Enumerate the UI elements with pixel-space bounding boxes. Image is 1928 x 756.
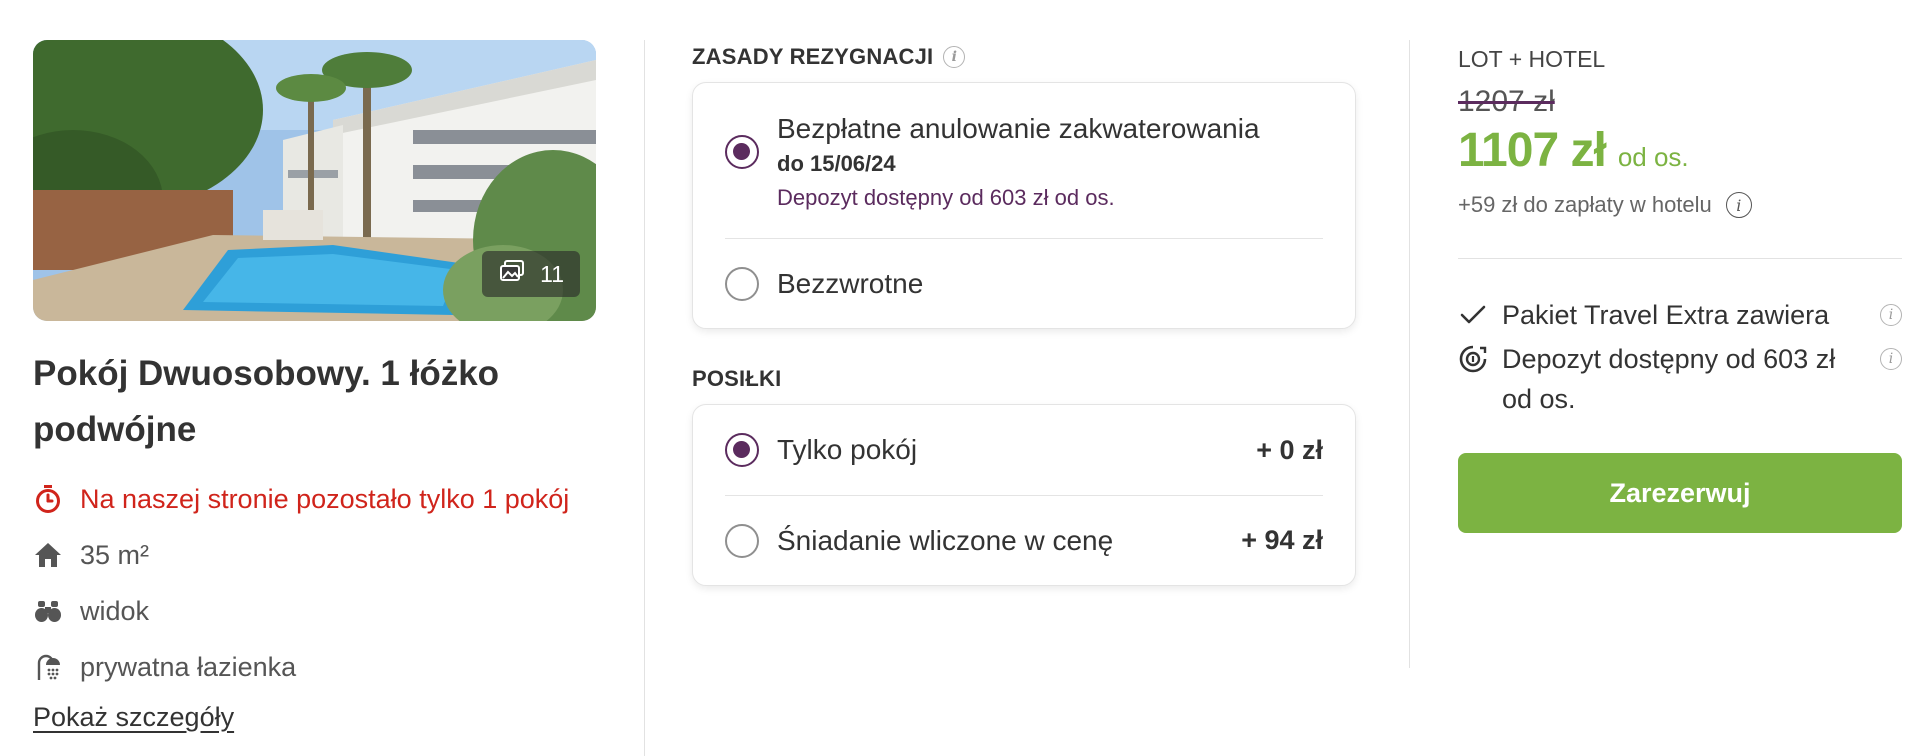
info-icon[interactable]: i [1725, 192, 1752, 218]
feature-view: widok [33, 590, 596, 632]
perk-label: Depozyt dostępny od 603 zł od os. [1502, 344, 1836, 414]
radio-unselected[interactable] [725, 266, 759, 301]
meals-heading-text: POSIŁKI [692, 366, 782, 391]
binoculars-icon [33, 596, 63, 626]
photo-count: 11 [540, 260, 564, 287]
photo-count-badge[interactable]: 11 [482, 251, 580, 297]
home-icon [33, 540, 63, 570]
feature-label: prywatna łazienka [80, 651, 297, 682]
perk-travel-extra: Pakiet Travel Extra zawiera i [1458, 295, 1902, 335]
option-label: Bezpłatne anulowanie zakwaterowania [777, 113, 1260, 144]
extra-payment-text: +59 zł do zapłaty w hotelu [1458, 192, 1712, 217]
checkmark-icon [1458, 295, 1488, 335]
book-button[interactable]: Zarezerwuj [1458, 453, 1902, 533]
feature-label: 35 m² [80, 539, 150, 570]
cancellation-option-free[interactable]: Bezpłatne anulowanie zakwaterowania do 1… [725, 83, 1323, 238]
column-divider [644, 40, 645, 756]
cancellation-heading: ZASADY REZYGNACJI i [692, 40, 1356, 74]
radio-unselected[interactable] [725, 523, 759, 558]
room-title: Pokój Dwuosobowy. 1 łóżko podwójne [33, 354, 500, 449]
divider [1458, 258, 1902, 259]
perk-label: Pakiet Travel Extra zawiera [1502, 300, 1830, 330]
price-unit: od os. [1617, 142, 1689, 172]
option-label: Bezzwrotne [777, 267, 924, 299]
price-row: 1107 zł od os. [1458, 123, 1902, 178]
radio-selected[interactable] [725, 433, 759, 467]
info-icon[interactable]: i [1880, 304, 1902, 326]
availability-text: Na naszej stronie pozostało tylko 1 pokó… [80, 483, 570, 514]
extra-payment: +59 zł do zapłaty w hotelu i [1458, 192, 1902, 218]
stopwatch-icon [33, 484, 63, 514]
meals-card: Tylko pokój + 0 zł Śniadanie wliczone w … [692, 404, 1356, 586]
radio-selected[interactable] [725, 135, 759, 169]
cancellation-option-nonrefundable[interactable]: Bezzwrotne [725, 238, 1323, 328]
info-icon[interactable]: i [1880, 348, 1902, 370]
feature-bathroom: prywatna łazienka [33, 646, 596, 688]
show-details-link[interactable]: Pokaż szczegóły [33, 702, 234, 733]
room-photo[interactable]: 11 [33, 40, 596, 321]
options-column: ZASADY REZYGNACJI i Bezpłatne anulowanie… [692, 40, 1356, 586]
meal-option-breakfast[interactable]: Śniadanie wliczone w cenę + 94 zł [725, 495, 1323, 585]
option-date: do 15/06/24 [777, 151, 896, 176]
shower-icon [33, 652, 63, 682]
meals-heading: POSIŁKI [692, 362, 1356, 396]
feature-label: widok [80, 595, 150, 626]
option-deposit: Depozyt dostępny od 603 zł od os. [777, 185, 1115, 210]
old-price: 1207 zł [1458, 85, 1555, 118]
availability-alert: Na naszej stronie pozostało tylko 1 pokó… [33, 478, 596, 520]
option-price: + 94 zł [1241, 525, 1323, 555]
info-icon[interactable]: i [943, 46, 966, 68]
package-label: LOT + HOTEL [1458, 46, 1606, 72]
option-label: Śniadanie wliczone w cenę [777, 524, 1114, 556]
deposit-icon [1458, 339, 1488, 379]
feature-area: 35 m² [33, 534, 596, 576]
perk-deposit: Depozyt dostępny od 603 zł od os. i [1458, 339, 1902, 419]
room-column: 11 Pokój Dwuosobowy. 1 łóżko podwójne Na… [33, 40, 596, 733]
option-label: Tylko pokój [777, 434, 918, 465]
current-price: 1107 zł [1458, 124, 1607, 177]
meal-option-room-only[interactable]: Tylko pokój + 0 zł [725, 405, 1323, 495]
column-divider [1409, 40, 1410, 668]
option-price: + 0 zł [1256, 434, 1323, 465]
gallery-icon [500, 260, 525, 288]
pricing-column: LOT + HOTEL 1207 zł 1107 zł od os. +59 z… [1458, 40, 1902, 533]
cancellation-heading-text: ZASADY REZYGNACJI [692, 44, 934, 69]
cancellation-card: Bezpłatne anulowanie zakwaterowania do 1… [692, 82, 1356, 329]
